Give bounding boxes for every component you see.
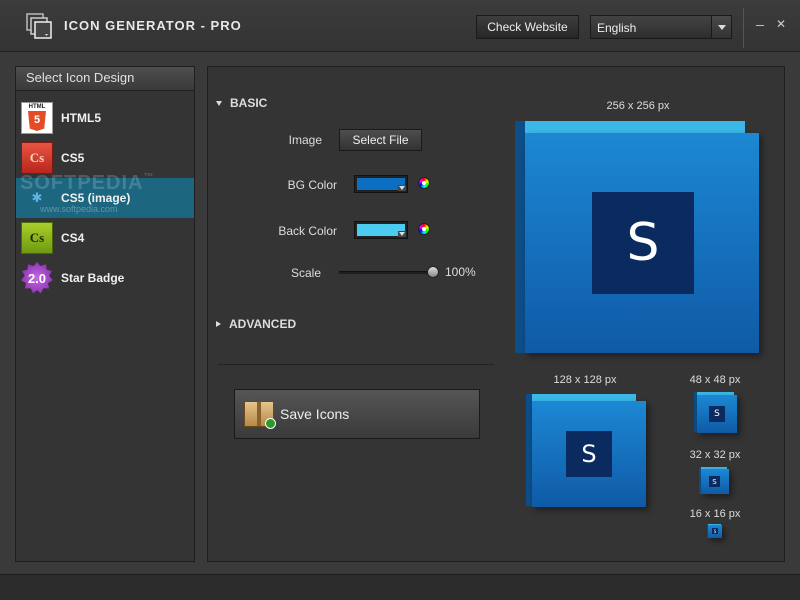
preview-32-label: 32 x 32 px (689, 449, 741, 461)
cs5-icon: Cs (21, 142, 53, 174)
settings-panel: BASIC Image Select File BG Color Back Co… (207, 66, 785, 562)
title-bar: ICON GENERATOR - PRO Check Website Engli… (0, 0, 800, 52)
chevron-down-icon[interactable] (711, 16, 731, 38)
sidebar-item-label: CS5 (image) (61, 191, 131, 205)
status-bar (0, 574, 800, 600)
app-title: ICON GENERATOR - PRO (64, 18, 242, 33)
image-puzzle-icon: ✱ (31, 190, 43, 205)
preview-256-icon: S (515, 121, 760, 355)
sidebar-item-cs5-image[interactable]: ✱ CS5 (image) (16, 178, 194, 218)
language-select[interactable]: English (590, 15, 732, 39)
preview-48-letter: S (709, 406, 725, 422)
star-badge-icon: 2.0 (21, 262, 53, 294)
package-download-icon (244, 401, 276, 429)
back-color-label: Back Color (278, 224, 337, 238)
chevron-down-icon (398, 185, 406, 191)
save-icons-label: Save Icons (280, 406, 350, 422)
advanced-section-title: ADVANCED (229, 317, 297, 331)
sidebar-item-label: Star Badge (61, 271, 125, 285)
scale-value: 100% (445, 265, 476, 279)
basic-section-toggle[interactable]: BASIC (216, 96, 267, 110)
close-button[interactable]: ✕ (773, 14, 789, 34)
color-wheel-icon[interactable] (418, 223, 430, 235)
bg-color-label: BG Color (287, 178, 337, 192)
sidebar-item-cs5[interactable]: Cs CS5 (16, 138, 194, 178)
scale-slider-track[interactable] (339, 271, 433, 274)
preview-256-letter: S (592, 192, 694, 294)
bg-color-picker[interactable] (354, 175, 408, 193)
titlebar-divider (743, 8, 744, 48)
preview-32-letter: S (709, 476, 720, 487)
section-divider (218, 364, 494, 365)
image-label: Image (288, 133, 322, 147)
collapse-arrow-icon (216, 321, 221, 327)
app-logo-icon (26, 13, 52, 39)
sidebar-item-star-badge[interactable]: 2.0 Star Badge (16, 258, 194, 298)
preview-16-letter: S (712, 528, 718, 534)
back-color-picker[interactable] (354, 221, 408, 239)
icon-design-sidebar: Select Icon Design HTML 5 HTML5 Cs CS5 ✱… (15, 66, 195, 562)
sidebar-header: Select Icon Design (16, 67, 194, 91)
scale-slider-handle[interactable] (427, 266, 439, 278)
sidebar-item-html5[interactable]: HTML 5 HTML5 (16, 98, 194, 138)
scale-label: Scale (290, 266, 321, 280)
preview-48-icon: S (694, 392, 738, 434)
color-wheel-icon[interactable] (418, 177, 430, 189)
cs4-icon: Cs (21, 222, 53, 254)
save-icons-button[interactable]: Save Icons (234, 389, 480, 439)
preview-16-icon: S (707, 524, 723, 539)
html5-icon: HTML 5 (21, 102, 53, 134)
minimize-button[interactable]: – (752, 14, 768, 34)
language-select-value: English (597, 21, 637, 35)
chevron-down-icon (398, 231, 406, 237)
sidebar-item-label: CS5 (61, 151, 85, 165)
advanced-section-toggle[interactable]: ADVANCED (216, 317, 296, 331)
sidebar-item-cs4[interactable]: Cs CS4 (16, 218, 194, 258)
preview-16-label: 16 x 16 px (689, 508, 741, 520)
basic-section-title: BASIC (230, 96, 268, 110)
preview-32-icon: S (699, 467, 731, 495)
select-file-button[interactable]: Select File (339, 129, 422, 151)
check-website-button[interactable]: Check Website (476, 15, 579, 39)
preview-128-label: 128 x 128 px (553, 374, 617, 386)
preview-256-label: 256 x 256 px (606, 100, 670, 112)
expand-arrow-icon (216, 100, 222, 106)
preview-128-letter: S (566, 431, 612, 477)
sidebar-item-label: CS4 (61, 231, 85, 245)
sidebar-item-label: HTML5 (61, 111, 101, 125)
preview-128-icon: S (526, 394, 647, 508)
preview-48-label: 48 x 48 px (689, 374, 741, 386)
